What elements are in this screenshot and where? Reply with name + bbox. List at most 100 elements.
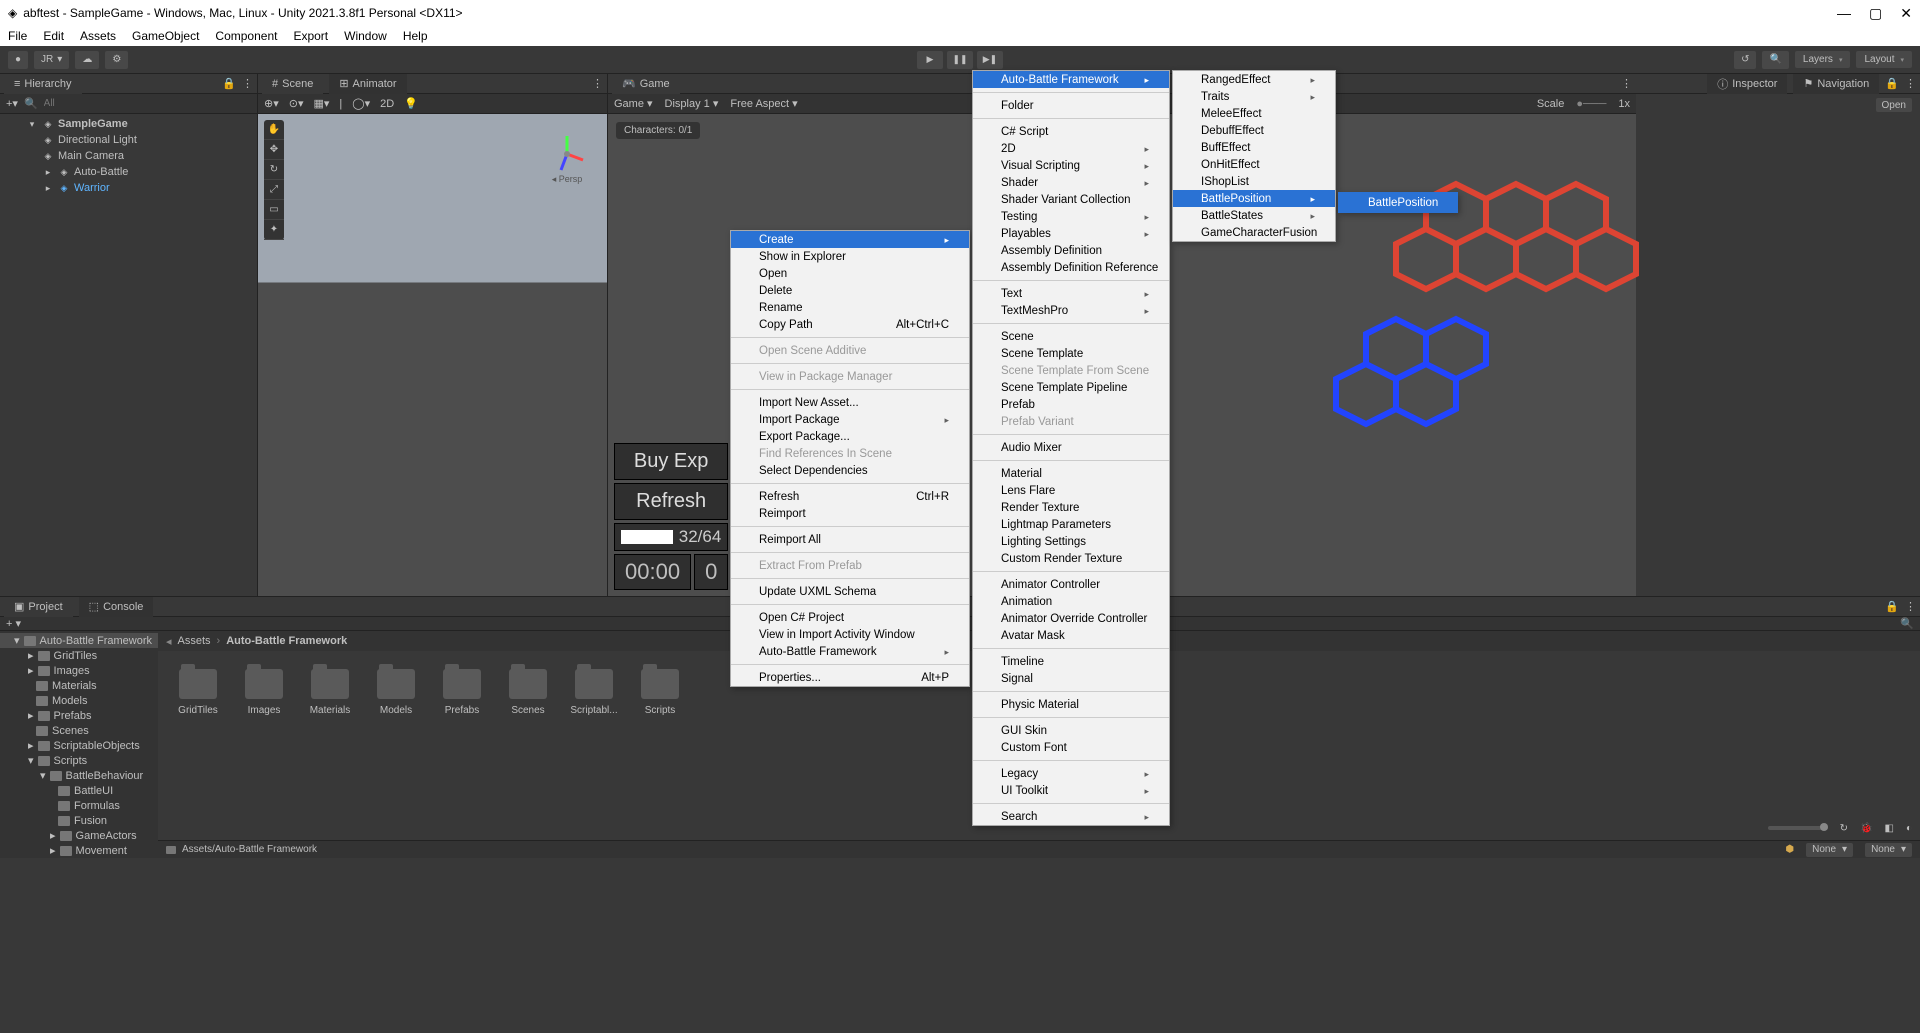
hierarchy-item[interactable]: ◈Directional Light <box>0 132 257 148</box>
hierarchy-item[interactable]: ▸◈Warrior <box>0 180 257 196</box>
menu-item[interactable]: Auto-Battle Framework <box>973 71 1169 88</box>
scene-view[interactable]: ✋ ✥ ↻ ⤢ ▭ ✦ ◂ Persp <box>258 114 607 596</box>
context-menu-assets[interactable]: CreateShow in ExplorerOpenDeleteRenameCo… <box>730 230 970 687</box>
menu-item[interactable]: Animation <box>973 593 1169 610</box>
menu-item[interactable]: Audio Mixer <box>973 439 1169 456</box>
menu-item[interactable]: RangedEffect <box>1173 71 1335 88</box>
move-tool[interactable]: ✥ <box>264 140 284 160</box>
tree-item[interactable]: ▸ Prefabs <box>0 708 158 723</box>
menu-item[interactable]: Legacy <box>973 765 1169 782</box>
menu-item[interactable]: Search <box>973 808 1169 825</box>
orientation-gizmo[interactable]: ◂ Persp <box>547 134 587 185</box>
breadcrumb-item[interactable]: Auto-Battle Framework <box>226 635 347 647</box>
menu-item[interactable]: Auto-Battle Framework <box>731 643 969 660</box>
tree-sub[interactable]: ▾ BattleBehaviour <box>0 768 158 783</box>
project-tab[interactable]: ▣ Project <box>4 597 73 617</box>
menu-item[interactable]: Shader Variant Collection <box>973 191 1169 208</box>
scene-tool-grid[interactable]: ▦▾ <box>314 97 330 110</box>
undo-history-button[interactable]: ↺ <box>1734 51 1756 69</box>
play-button[interactable]: ▶ <box>917 51 943 69</box>
maximize-button[interactable]: ▢ <box>1869 5 1882 22</box>
menu-item[interactable]: Delete <box>731 282 969 299</box>
settings-button[interactable]: ⚙ <box>105 51 128 69</box>
menu-item[interactable]: UI Toolkit <box>973 782 1169 799</box>
menu-item[interactable]: GUI Skin <box>973 722 1169 739</box>
menu-item[interactable]: BattlePosition <box>1340 194 1456 211</box>
scene-tool-center[interactable]: ⊕▾ <box>264 97 279 110</box>
tree-item[interactable]: ▸ GridTiles <box>0 648 158 663</box>
tree-sub[interactable]: ▸ Movement <box>0 843 158 858</box>
tree-item[interactable]: ▸ ScriptableObjects <box>0 738 158 753</box>
menu-item[interactable]: Rename <box>731 299 969 316</box>
menu-item[interactable]: Lightmap Parameters <box>973 516 1169 533</box>
menu-item[interactable]: Custom Font <box>973 739 1169 756</box>
scale-tool[interactable]: ⤢ <box>264 180 284 200</box>
scene-tab[interactable]: # Scene <box>262 74 323 94</box>
pause-button[interactable]: ❚❚ <box>947 51 973 69</box>
menu-item[interactable]: Lens Flare <box>973 482 1169 499</box>
asset-variant-dd[interactable]: None ▾ <box>1865 843 1912 857</box>
transform-tool[interactable]: ✦ <box>264 220 284 240</box>
tree-root[interactable]: ▾ Auto-Battle Framework <box>0 633 158 648</box>
bug-icon[interactable]: 🐞 <box>1860 823 1872 834</box>
menu-item[interactable]: Text <box>973 285 1169 302</box>
console-tab[interactable]: ⬚ Console <box>79 597 154 617</box>
refresh-button[interactable]: Refresh <box>614 483 728 520</box>
inspector-lock-icon[interactable]: 🔒 <box>1885 77 1899 90</box>
folder-card[interactable]: GridTiles <box>176 669 220 716</box>
folder-card[interactable]: Materials <box>308 669 352 716</box>
menu-item[interactable]: Open <box>731 265 969 282</box>
game-tab[interactable]: 🎮 Game <box>612 74 680 94</box>
tree-sub[interactable]: Fusion <box>0 813 158 828</box>
menu-item[interactable]: BuffEffect <box>1173 139 1335 156</box>
menu-item[interactable]: Physic Material <box>973 696 1169 713</box>
account-button[interactable]: JR ▾ <box>34 51 69 69</box>
services-button[interactable]: ☁ <box>75 51 99 69</box>
menu-item[interactable]: Prefab <box>973 396 1169 413</box>
menu-item[interactable]: Properties...Alt+P <box>731 669 969 686</box>
minimize-button[interactable]: — <box>1837 5 1851 22</box>
menu-assets[interactable]: Assets <box>80 29 116 43</box>
menu-item[interactable]: Animator Controller <box>973 576 1169 593</box>
game-aspect-dropdown[interactable]: Free Aspect ▾ <box>730 97 797 110</box>
menu-item[interactable]: View in Import Activity Window <box>731 626 969 643</box>
menu-item[interactable]: Testing <box>973 208 1169 225</box>
menu-component[interactable]: Component <box>215 29 277 43</box>
project-lock-icon[interactable]: 🔒 <box>1885 600 1899 613</box>
tree-item[interactable]: Models <box>0 693 158 708</box>
menu-item[interactable]: Open C# Project <box>731 609 969 626</box>
thumb-size-slider[interactable] <box>1768 826 1828 830</box>
menu-item[interactable]: Custom Render Texture <box>973 550 1169 567</box>
breadcrumb-item[interactable]: Assets <box>178 635 211 647</box>
game-display-dropdown[interactable]: Display 1 ▾ <box>665 97 719 110</box>
scene-menu-icon[interactable]: ⋮ <box>592 77 603 90</box>
folder-card[interactable]: Scripts <box>638 669 682 716</box>
menu-item[interactable]: Export Package... <box>731 428 969 445</box>
menu-item[interactable]: Scene Template <box>973 345 1169 362</box>
menu-window[interactable]: Window <box>344 29 387 43</box>
rect-tool[interactable]: ▭ <box>264 200 284 220</box>
menu-item[interactable]: OnHitEffect <box>1173 156 1335 173</box>
menu-item[interactable]: Update UXML Schema <box>731 583 969 600</box>
tree-item[interactable]: ▸ Images <box>0 663 158 678</box>
menu-item[interactable]: Import Package <box>731 411 969 428</box>
menu-item[interactable]: Visual Scripting <box>973 157 1169 174</box>
menu-item[interactable]: Assembly Definition Reference <box>973 259 1169 276</box>
menu-item[interactable]: Scene <box>973 328 1169 345</box>
menu-item[interactable]: Create <box>731 231 969 248</box>
menu-item[interactable]: Scene Template Pipeline <box>973 379 1169 396</box>
menu-item[interactable]: Lighting Settings <box>973 533 1169 550</box>
scene-light-toggle[interactable]: 💡 <box>404 97 418 110</box>
scene-2d-toggle[interactable]: 2D <box>380 98 394 110</box>
tree-item[interactable]: Scenes <box>0 723 158 738</box>
menu-item[interactable]: Import New Asset... <box>731 394 969 411</box>
cloud-status-button[interactable]: ● <box>8 51 28 69</box>
menu-item[interactable]: C# Script <box>973 123 1169 140</box>
tree-item[interactable]: Materials <box>0 678 158 693</box>
menu-export[interactable]: Export <box>293 29 328 43</box>
menu-item[interactable]: DebuffEffect <box>1173 122 1335 139</box>
menu-item[interactable]: BattleStates <box>1173 207 1335 224</box>
menu-item[interactable]: Copy PathAlt+Ctrl+C <box>731 316 969 333</box>
buy-exp-button[interactable]: Buy Exp <box>614 443 728 480</box>
menu-item[interactable]: RefreshCtrl+R <box>731 488 969 505</box>
